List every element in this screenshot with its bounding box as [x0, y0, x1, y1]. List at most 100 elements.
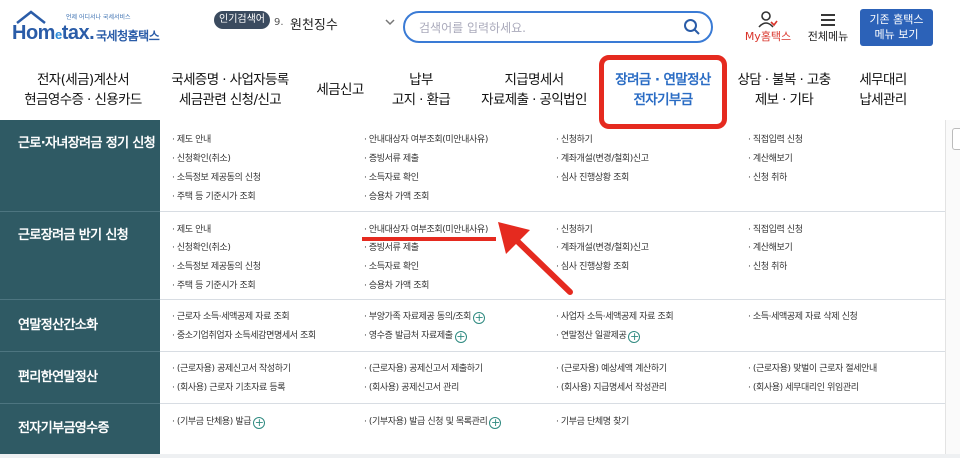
- logo-korean: 국세청홈택스: [96, 29, 160, 43]
- plus-circle-icon[interactable]: +: [628, 331, 641, 343]
- hamburger-icon: [821, 14, 835, 26]
- menu-link[interactable]: · 소득·세액공제 자료 삭제 신청: [748, 309, 858, 322]
- plus-circle-icon[interactable]: +: [489, 417, 502, 429]
- menu-link[interactable]: · 소득정보 제공동의 신청: [172, 259, 261, 272]
- annotation-arrow-icon: [498, 222, 573, 295]
- row-links: · 근로자 소득·세액공제 자료 조회 · 중소기업취업자 소득세감면명세서 조…: [160, 300, 945, 352]
- menu-link[interactable]: · 신청확인(취소): [172, 151, 231, 164]
- menu-link[interactable]: · (회사용) 세무대리인 위임관리: [748, 380, 859, 393]
- scroll-thumb[interactable]: [952, 128, 960, 150]
- nav-label-line1: 세금신고: [316, 82, 364, 98]
- nav-tax-return[interactable]: 세금신고: [308, 80, 372, 100]
- popular-search-item[interactable]: 원천징수: [290, 14, 338, 33]
- nav-label-line2: 고지 · 환급: [391, 92, 451, 108]
- menu-link[interactable]: · 계산해보기: [748, 240, 793, 253]
- search-input[interactable]: [419, 19, 669, 37]
- mytax-button[interactable]: My홈택스: [742, 10, 794, 44]
- menu-link[interactable]: · 연말정산 일괄제공 +: [556, 328, 641, 343]
- row-title: 편리한연말정산: [0, 352, 160, 404]
- menu-link[interactable]: · 승용차 가액 조회: [364, 278, 429, 291]
- menu-link[interactable]: · (근로자용) 공제신고서 제출하기: [364, 361, 483, 374]
- row-title: 전자기부금영수증: [0, 404, 160, 454]
- all-menu-button[interactable]: 전체메뉴: [803, 10, 853, 44]
- nav-label-line1: 상담 · 불복 · 고충: [737, 72, 831, 88]
- menu-link[interactable]: · 신청하기: [556, 132, 593, 145]
- menu-link[interactable]: · 안내대상자 여부조회(미안내사유): [364, 132, 488, 145]
- menu-link[interactable]: · 직접입력 신청: [748, 132, 803, 145]
- plus-circle-icon[interactable]: +: [473, 312, 486, 324]
- bottom-edge: [0, 454, 960, 458]
- logo-tagline: 언제 어디서나 국세서비스: [66, 14, 131, 21]
- mytax-label: My홈택스: [744, 30, 792, 43]
- nav-payment[interactable]: 납부 고지 · 환급: [380, 70, 462, 110]
- nav-label-line1: 지급명세서: [504, 72, 564, 88]
- menu-link[interactable]: · 주택 등 기준시가 조회: [172, 278, 256, 291]
- all-menu-label: 전체메뉴: [807, 30, 849, 43]
- nav-payment-statement[interactable]: 지급명세서 자료제출 · 공익법인: [474, 70, 594, 110]
- menu-link[interactable]: · 중소기업취업자 소득세감면명세서 조회: [172, 328, 316, 341]
- menu-link[interactable]: · 영수증 발급처 자료제출 +: [364, 328, 467, 343]
- old-btn-line1: 기존 홈택스: [869, 13, 924, 26]
- menu-link[interactable]: · 안내대상자 여부조회(미안내사유): [364, 222, 488, 235]
- plus-circle-icon[interactable]: +: [454, 331, 467, 343]
- search-box: [403, 11, 713, 43]
- menu-link[interactable]: · 증빙서류 제출: [364, 151, 419, 164]
- nav-label-line2: 제보 · 기타: [754, 92, 814, 108]
- menu-link[interactable]: · 승용차 가액 조회: [364, 189, 429, 202]
- menu-link[interactable]: · 계좌개설(변경/철회)신고: [556, 151, 649, 164]
- nav-tax-agent[interactable]: 세무대리 납세관리: [848, 70, 918, 110]
- menu-link[interactable]: · 신청 취하: [748, 259, 787, 272]
- old-btn-line2: 메뉴 보기: [874, 28, 919, 41]
- menu-row: 전자기부금영수증 · (기부금 단체용) 발급 + · (기부자용) 발급 신청 …: [0, 404, 945, 454]
- menu-link[interactable]: · 사업자 소득·세액공제 자료 조회: [556, 309, 674, 322]
- menu-link[interactable]: · 소득자료 확인: [364, 170, 419, 183]
- menu-link[interactable]: · 제도 안내: [172, 132, 211, 145]
- menu-link[interactable]: · (기부금 단체용) 발급 +: [172, 414, 266, 429]
- submenu-table: 근로·자녀장려금 정기 신청 · 제도 안내 · 신청확인(취소) · 소득정보…: [0, 120, 945, 454]
- hometax-logo[interactable]: 언제 어디서나 국세서비스 Hometax. 국세청홈택스: [12, 10, 172, 44]
- menu-link[interactable]: · 소득자료 확인: [364, 259, 419, 272]
- menu-link[interactable]: · (회사용) 공제신고서 관리: [364, 380, 459, 393]
- plus-circle-icon[interactable]: +: [253, 417, 266, 429]
- nav-label-line2: 세금관련 신청/신고: [178, 92, 282, 108]
- nav-label-line1: 납부: [409, 72, 433, 88]
- search-icon[interactable]: [683, 18, 701, 36]
- nav-label-line1: 세무대리: [859, 72, 907, 88]
- menu-row: 연말정산간소화 · 근로자 소득·세액공제 자료 조회 · 중소기업취업자 소득…: [0, 300, 945, 352]
- nav-consultation[interactable]: 상담 · 불복 · 고충 제보 · 기타: [732, 70, 836, 110]
- row-title: 근로장려금 반기 신청: [0, 212, 160, 300]
- chevron-down-icon[interactable]: [384, 16, 396, 28]
- nav-label-line2: 자료제출 · 공익법인: [481, 92, 587, 108]
- menu-link[interactable]: · 신청확인(취소): [172, 240, 231, 253]
- menu-link[interactable]: · 계산해보기: [748, 151, 793, 164]
- scrollbar[interactable]: [945, 120, 960, 458]
- menu-link[interactable]: · 직접입력 신청: [748, 222, 803, 235]
- menu-link[interactable]: · 소득정보 제공동의 신청: [172, 170, 261, 183]
- old-hometax-menu-button[interactable]: 기존 홈택스 메뉴 보기: [860, 9, 933, 46]
- menu-link[interactable]: · 근로자 소득·세액공제 자료 조회: [172, 309, 290, 322]
- annotation-underline: [362, 237, 496, 241]
- nav-label-line1: 국세증명 · 사업자등록: [171, 72, 289, 88]
- nav-label-line2: 납세관리: [859, 92, 907, 108]
- user-icon: [758, 11, 778, 28]
- popular-search-rank: 9.: [274, 17, 284, 28]
- menu-link[interactable]: · (근로자용) 맞벌이 근로자 절세안내: [748, 361, 877, 374]
- menu-link[interactable]: · 심사 진행상황 조회: [556, 170, 629, 183]
- menu-link[interactable]: · (회사용) 지급명세서 작성관리: [556, 380, 667, 393]
- nav-label-line2: 현금영수증 · 신용카드: [24, 92, 142, 108]
- highlight-box: [599, 55, 727, 129]
- nav-certificate[interactable]: 국세증명 · 사업자등록 세금관련 신청/신고: [160, 70, 300, 110]
- menu-row: 편리한연말정산 · (근로자용) 공제신고서 작성하기 · (회사용) 근로자 …: [0, 352, 945, 404]
- menu-link[interactable]: · 제도 안내: [172, 222, 211, 235]
- menu-link[interactable]: · (근로자용) 예상세액 계산하기: [556, 361, 667, 374]
- nav-e-invoice[interactable]: 전자(세금)계산서 현금영수증 · 신용카드: [18, 70, 148, 110]
- menu-link[interactable]: · (근로자용) 공제신고서 작성하기: [172, 361, 291, 374]
- menu-link[interactable]: · (기부자용) 발급 신청 및 목록관리 +: [364, 414, 502, 429]
- menu-link[interactable]: · 신청 취하: [748, 170, 787, 183]
- menu-link[interactable]: · 부양가족 자료제공 동의/조회 +: [364, 309, 486, 324]
- menu-link[interactable]: · 주택 등 기준시가 조회: [172, 189, 256, 202]
- menu-link[interactable]: · (회사용) 근로자 기초자료 등록: [172, 380, 285, 393]
- menu-link[interactable]: · 기부금 단체명 찾기: [556, 414, 629, 427]
- menu-link[interactable]: · 증빙서류 제출: [364, 240, 419, 253]
- popular-search-badge: 인기검색어: [214, 11, 270, 29]
